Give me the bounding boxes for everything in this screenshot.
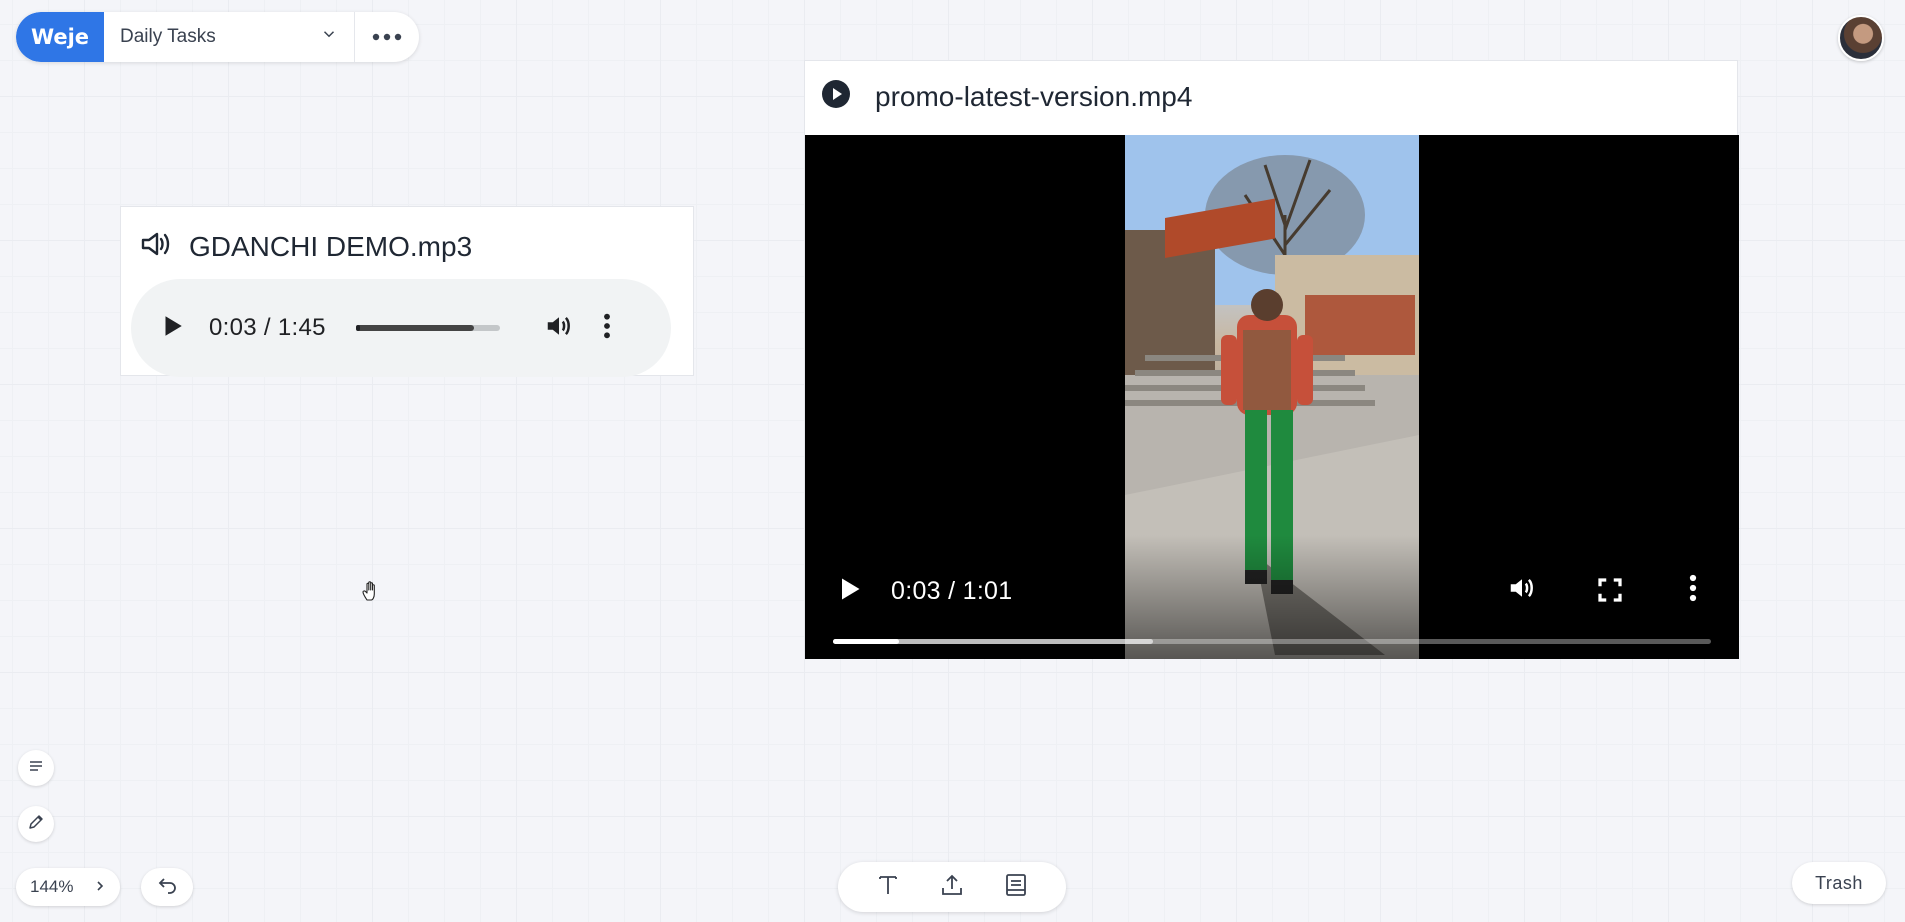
audio-volume-button[interactable]	[544, 311, 574, 346]
draw-button[interactable]	[18, 806, 54, 842]
video-player[interactable]: 0:03 / 1:01	[805, 135, 1739, 659]
audio-seek-bar[interactable]	[355, 325, 500, 331]
audio-duration: 1:45	[277, 314, 326, 341]
video-fullscreen-button[interactable]	[1595, 575, 1625, 610]
speaker-icon	[139, 228, 171, 267]
audio-current-time: 0:03	[209, 314, 257, 341]
video-current-time: 0:03	[891, 577, 941, 605]
audio-card[interactable]: GDANCHI DEMO.mp3 0:03 / 1:45	[120, 206, 694, 377]
video-seek-bar[interactable]	[833, 639, 1711, 644]
video-play-button[interactable]	[835, 575, 863, 608]
video-options-button[interactable]	[1688, 573, 1698, 608]
video-time-separator: /	[940, 577, 963, 605]
play-circle-icon	[821, 79, 851, 116]
audio-card-header: GDANCHI DEMO.mp3	[139, 223, 472, 271]
zoom-level: 144%	[30, 877, 74, 896]
upload-button[interactable]	[930, 865, 974, 909]
add-text-button[interactable]	[866, 865, 910, 909]
audio-player: 0:03 / 1:45	[131, 279, 671, 377]
audio-play-button[interactable]	[159, 313, 185, 344]
audio-played-bar	[355, 325, 361, 331]
audio-filename: GDANCHI DEMO.mp3	[189, 231, 473, 262]
weje-logo[interactable]: Weje	[16, 12, 104, 62]
chevron-down-icon	[320, 25, 338, 49]
template-button[interactable]	[994, 865, 1038, 909]
notes-button[interactable]	[18, 750, 54, 786]
layout-icon	[1003, 872, 1029, 903]
pencil-icon	[27, 813, 45, 836]
video-played-bar	[833, 639, 899, 644]
audio-buffered-bar	[355, 325, 474, 331]
video-time-display: 0:03 / 1:01	[891, 577, 1012, 606]
board-name: Daily Tasks	[120, 26, 216, 47]
more-horizontal-icon	[372, 28, 402, 46]
upload-icon	[939, 872, 965, 903]
video-duration: 1:01	[962, 577, 1013, 605]
undo-icon	[156, 874, 178, 901]
bottom-toolbar	[838, 862, 1066, 912]
trash-button[interactable]: Trash	[1792, 862, 1886, 904]
audio-time-separator: /	[256, 314, 278, 341]
video-card-header: promo-latest-version.mp4	[821, 73, 1192, 121]
board-more-button[interactable]	[355, 12, 419, 62]
audio-time-display: 0:03 / 1:45	[209, 314, 326, 342]
undo-button[interactable]	[141, 868, 193, 906]
video-volume-button[interactable]	[1507, 573, 1537, 608]
text-tool-icon	[875, 872, 901, 903]
chevron-right-icon[interactable]	[94, 877, 106, 897]
text-lines-icon	[27, 757, 45, 780]
hand-cursor-icon	[361, 580, 381, 602]
zoom-control[interactable]: 144%	[16, 868, 120, 906]
board-selector[interactable]: Daily Tasks	[104, 12, 355, 62]
video-filename: promo-latest-version.mp4	[875, 81, 1193, 112]
user-avatar[interactable]	[1838, 15, 1884, 61]
audio-options-button[interactable]	[602, 312, 612, 345]
video-card[interactable]: promo-latest-version.mp4 0:03 / 1:01	[804, 60, 1739, 659]
board-bar: Weje Daily Tasks	[16, 12, 419, 62]
